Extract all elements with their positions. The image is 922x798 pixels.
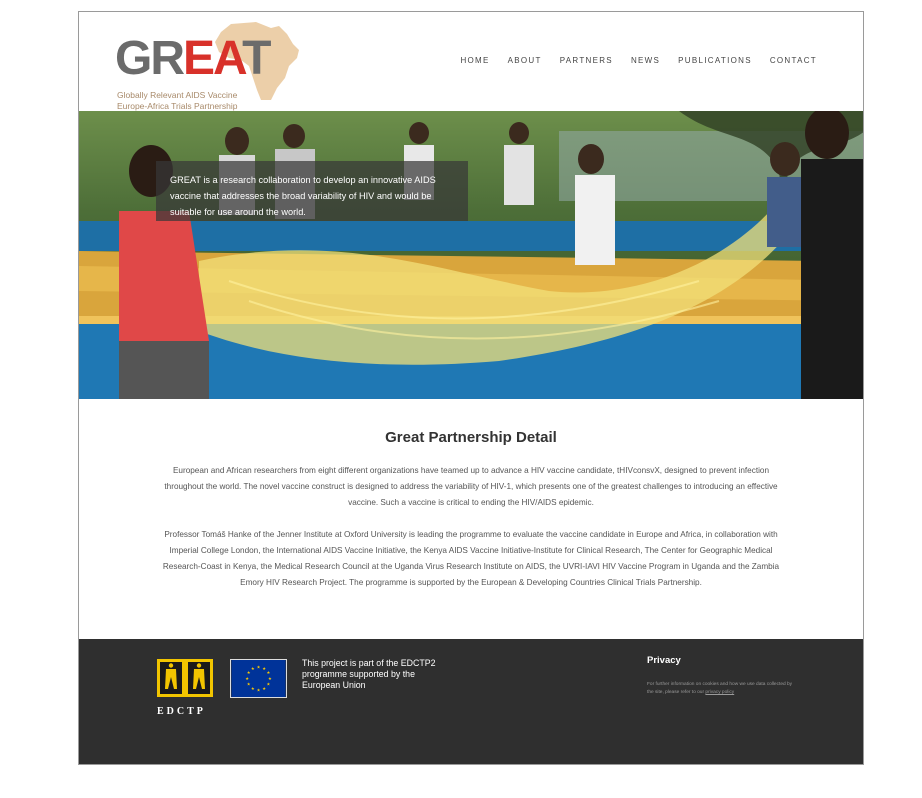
nav-news[interactable]: NEWS <box>631 56 660 65</box>
svg-text:★: ★ <box>266 670 270 676</box>
svg-text:★: ★ <box>251 686 255 692</box>
svg-text:★: ★ <box>262 686 266 692</box>
page-title: Great Partnership Detail <box>385 429 557 446</box>
edctp-logo[interactable]: EDCTP <box>157 659 217 717</box>
tagline-line1: Globally Relevant AIDS Vaccine <box>117 90 238 100</box>
partners-paragraph: Professor Tomáš Hanke of the Jenner Inst… <box>162 530 780 587</box>
main-content: Great Partnership Detail European and Af… <box>79 399 863 639</box>
privacy-text: For further information on cookies and h… <box>647 681 797 697</box>
eu-flag-icon: ★ ★ ★ ★ ★ ★ ★ ★ ★ ★ ★ ★ <box>230 659 287 698</box>
logo-wordmark: GREAT <box>115 32 271 85</box>
great-logo[interactable]: GREAT Globally Relevant AIDS Vaccine Eur… <box>115 22 305 111</box>
logo-tagline: Globally Relevant AIDS Vaccine Europe-Af… <box>117 90 317 112</box>
nav-home[interactable]: HOME <box>460 56 489 65</box>
svg-text:★: ★ <box>257 665 261 671</box>
privacy-heading: Privacy <box>647 655 681 666</box>
privacy-policy-link[interactable]: privacy policy <box>705 690 734 695</box>
nav-about[interactable]: ABOUT <box>508 56 542 65</box>
nav-partners[interactable]: PARTNERS <box>560 56 613 65</box>
svg-text:★: ★ <box>257 687 261 693</box>
hero-caption: GREAT is a research collaboration to dev… <box>156 161 468 221</box>
hero-banner: GREAT is a research collaboration to dev… <box>79 111 863 399</box>
page-frame: GREAT Globally Relevant AIDS Vaccine Eur… <box>78 11 864 765</box>
logo-text-t: T <box>242 32 271 85</box>
svg-text:★: ★ <box>247 682 251 688</box>
nav-publications[interactable]: PUBLICATIONS <box>678 56 752 65</box>
svg-text:★: ★ <box>245 676 249 682</box>
edctp-programme-note: This project is part of the EDCTP2 progr… <box>302 658 436 690</box>
svg-text:★: ★ <box>251 666 255 672</box>
edctp-figures-icon <box>157 659 213 697</box>
svg-text:★: ★ <box>268 676 272 682</box>
hero-caption-text: GREAT is a research collaboration to dev… <box>170 175 436 217</box>
site-header: GREAT Globally Relevant AIDS Vaccine Eur… <box>79 12 863 111</box>
intro-paragraph: European and African researchers from ei… <box>164 466 778 507</box>
svg-text:★: ★ <box>266 682 270 688</box>
logo-text-ea: EA <box>183 32 244 85</box>
edctp-label: EDCTP <box>157 706 206 717</box>
nav-contact[interactable]: CONTACT <box>770 56 817 65</box>
site-footer: EDCTP ★ ★ ★ ★ ★ ★ ★ ★ ★ ★ ★ ★ This proje… <box>79 639 863 764</box>
main-navigation: HOME ABOUT PARTNERS NEWS PUBLICATIONS CO… <box>460 56 817 65</box>
hero-photo <box>79 111 863 399</box>
logo-text-gr: GR <box>115 32 185 85</box>
